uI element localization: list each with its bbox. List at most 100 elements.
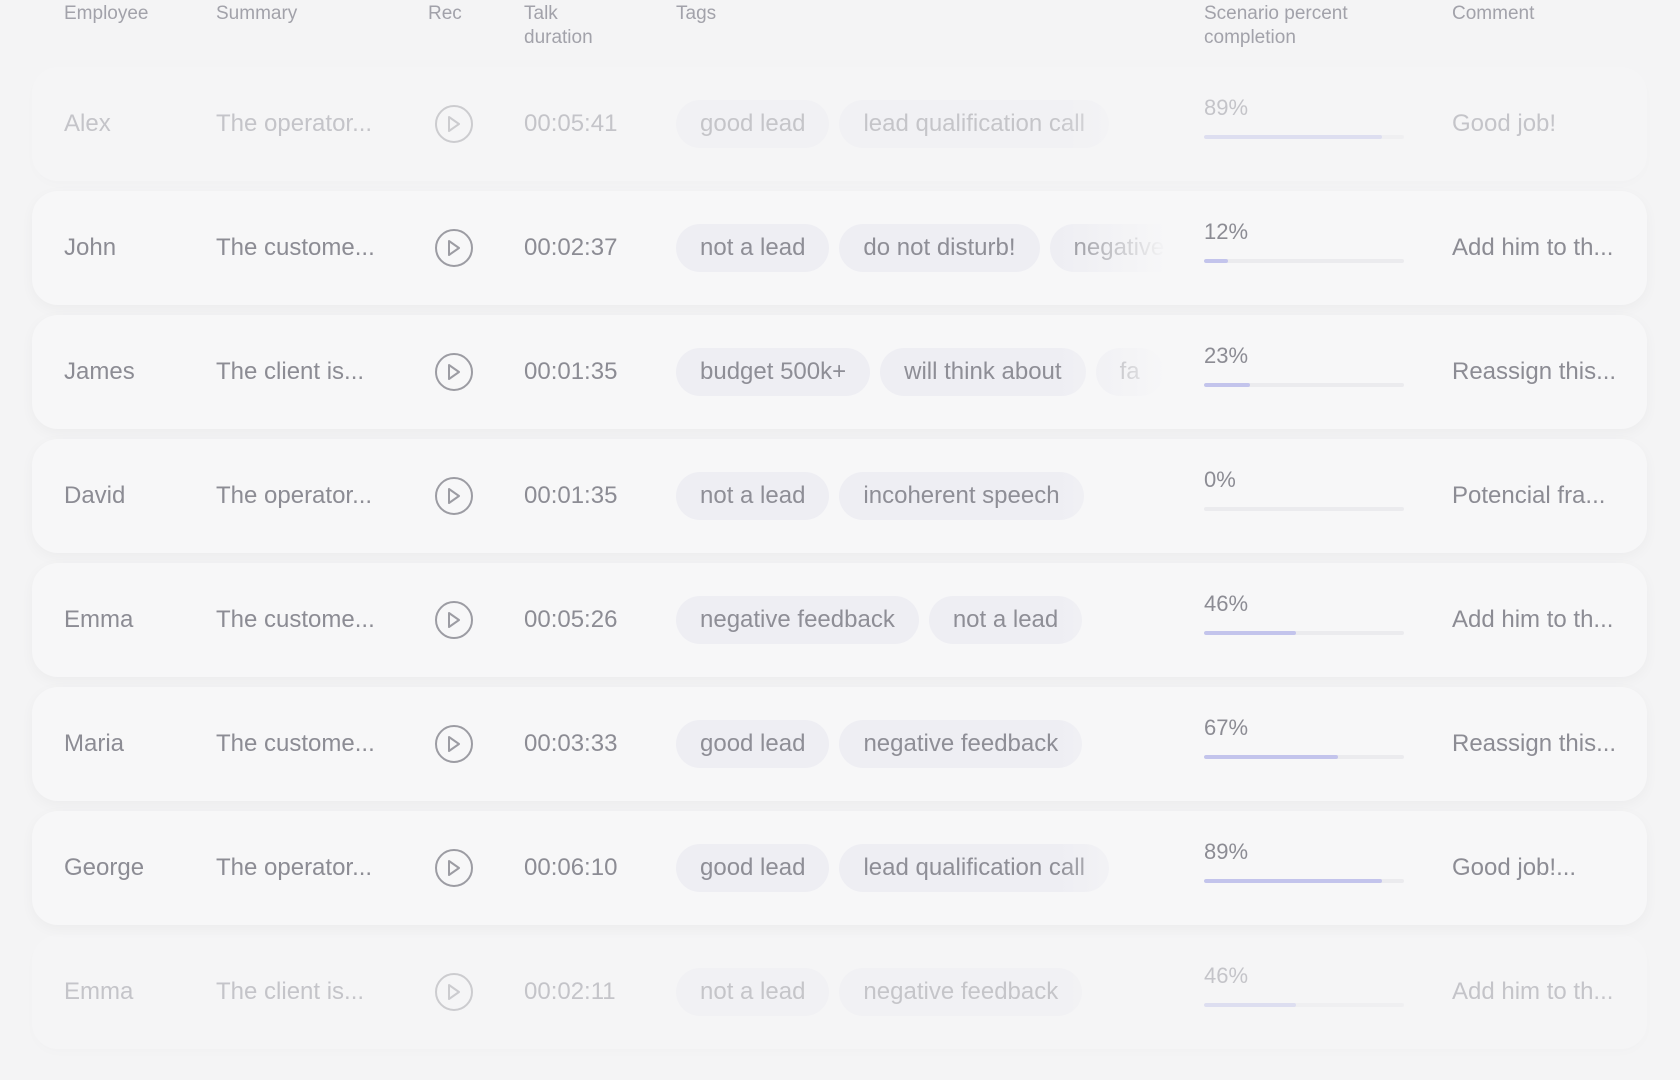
talk-duration: 00:06:10 [524, 854, 618, 881]
table-row[interactable]: Alex The operator... 00:05:41 good lead l… [32, 67, 1647, 181]
tags-cell: good lead lead qualification call [676, 67, 1186, 181]
tag-chip[interactable]: negative feedback [839, 720, 1083, 768]
tag-list: good lead lead qualification call [676, 844, 1109, 892]
call-summary[interactable]: The custome... [216, 687, 396, 801]
tag-chip[interactable]: not a lead [676, 472, 830, 520]
play-icon [448, 736, 460, 752]
call-summary[interactable]: The client is... [216, 935, 396, 1049]
scenario-completion: 67% [1204, 687, 1404, 801]
tag-chip[interactable]: not a lead [676, 968, 830, 1016]
tag-chip[interactable]: lead qualification call [839, 100, 1109, 148]
table-row[interactable]: Emma The client is... 00:02:11 not a lea… [32, 935, 1647, 1049]
comment[interactable]: Potencial fra... [1452, 439, 1627, 553]
talk-duration: 00:02:37 [524, 234, 618, 261]
rec-cell [430, 315, 478, 429]
play-button[interactable] [435, 725, 473, 763]
table-row[interactable]: James The client is... 00:01:35 budget 5… [32, 315, 1647, 429]
tag-chip[interactable]: fa [1095, 348, 1164, 396]
tag-chip[interactable]: incoherent speech [839, 472, 1084, 520]
tags-cell: negative feedback not a lead [676, 563, 1186, 677]
header-talk-duration[interactable]: Talk duration [524, 2, 593, 50]
completion-percent: 89% [1204, 95, 1249, 120]
header-tags[interactable]: Tags [676, 2, 716, 26]
tag-chip[interactable]: not a lead [928, 596, 1083, 644]
rec-cell [430, 811, 478, 925]
employee-name: Maria [64, 730, 125, 757]
employee-name: Emma [64, 978, 134, 1005]
call-summary[interactable]: The custome... [216, 191, 396, 305]
tags-cell: good lead lead qualification call [676, 811, 1186, 925]
talk-duration: 00:01:35 [524, 358, 618, 385]
table-row[interactable]: George The operator... 00:06:10 good lea… [32, 811, 1647, 925]
tag-chip[interactable]: lead qualification call [839, 844, 1109, 892]
play-button[interactable] [435, 105, 473, 143]
call-summary[interactable]: The client is... [216, 315, 396, 429]
header-scenario-line1: Scenario percent [1204, 3, 1348, 24]
tag-chip[interactable]: good lead [676, 100, 830, 148]
tags-cell: not a leaddo not disturb!negative feedba… [676, 191, 1186, 305]
play-button[interactable] [435, 353, 473, 391]
tag-list: good lead negative feedback [676, 720, 1083, 768]
employee-name: John [64, 234, 117, 261]
play-icon [448, 116, 460, 132]
comment[interactable]: Add him to th... [1452, 563, 1627, 677]
tag-chip[interactable]: not a lead [676, 224, 830, 272]
completion-percent: 67% [1204, 715, 1249, 740]
rec-cell [430, 563, 478, 677]
employee-name: David [64, 482, 126, 509]
tag-list: not a lead negative feedback [676, 968, 1083, 1016]
tag-chip[interactable]: will think about [880, 348, 1086, 396]
completion-percent: 46% [1204, 591, 1249, 616]
comment[interactable]: Reassign this... [1452, 687, 1627, 801]
completion-progress-fill [1204, 259, 1228, 263]
comment[interactable]: Add him to th... [1452, 191, 1627, 305]
play-button[interactable] [435, 973, 473, 1011]
header-employee[interactable]: Employee [64, 2, 149, 26]
tags-cell: good lead negative feedback [676, 687, 1186, 801]
call-summary[interactable]: The operator... [216, 811, 396, 925]
comment[interactable]: Reassign this... [1452, 315, 1627, 429]
call-summary[interactable]: The custome... [216, 563, 396, 677]
tag-list: good lead lead qualification call [676, 100, 1109, 148]
scenario-completion: 89% [1204, 811, 1404, 925]
play-icon [448, 860, 460, 876]
header-comment[interactable]: Comment [1452, 2, 1534, 26]
scenario-completion: 46% [1204, 935, 1404, 1049]
completion-progress-bar [1204, 879, 1404, 883]
header-scenario-completion[interactable]: Scenario percent completion [1204, 2, 1348, 50]
table-row[interactable]: John The custome... 00:02:37 not a lead d… [32, 191, 1647, 305]
tag-chip[interactable]: do not disturb! [839, 224, 1040, 272]
tag-chip[interactable]: good lead [676, 720, 830, 768]
rec-cell [430, 935, 478, 1049]
table-row[interactable]: David The operator... 00:01:35 not a lea… [32, 439, 1647, 553]
play-button[interactable] [435, 477, 473, 515]
play-button[interactable] [435, 601, 473, 639]
table-row[interactable]: Emma The custome... 00:05:26 negative fe… [32, 563, 1647, 677]
tag-chip[interactable]: budget 500k+ [676, 348, 871, 396]
play-icon [448, 612, 460, 628]
employee-name: Alex [64, 110, 111, 137]
header-rec[interactable]: Rec [428, 2, 462, 26]
tag-chip[interactable]: negative feedback [839, 968, 1083, 1016]
table-row[interactable]: Maria The custome... 00:03:33 good lead n… [32, 687, 1647, 801]
call-summary[interactable]: The operator... [216, 67, 396, 181]
call-summary[interactable]: The operator... [216, 439, 396, 553]
comment[interactable]: Good job!... [1452, 811, 1627, 925]
completion-progress-fill [1204, 879, 1382, 883]
tag-list: not a lead incoherent speech [676, 472, 1084, 520]
header-summary[interactable]: Summary [216, 2, 297, 26]
tag-chip[interactable]: negative feedback [676, 596, 919, 644]
completion-progress-bar [1204, 755, 1404, 759]
rec-cell [430, 687, 478, 801]
rec-cell [430, 67, 478, 181]
completion-percent: 0% [1204, 467, 1236, 492]
play-icon [448, 984, 460, 1000]
comment[interactable]: Good job! [1452, 67, 1627, 181]
play-button[interactable] [435, 849, 473, 887]
play-button[interactable] [435, 229, 473, 267]
comment[interactable]: Add him to th... [1452, 935, 1627, 1049]
tag-chip[interactable]: negative feedback [1049, 224, 1186, 272]
scenario-completion: 0% [1204, 439, 1404, 553]
completion-percent: 23% [1204, 343, 1249, 368]
tag-chip[interactable]: good lead [676, 844, 830, 892]
